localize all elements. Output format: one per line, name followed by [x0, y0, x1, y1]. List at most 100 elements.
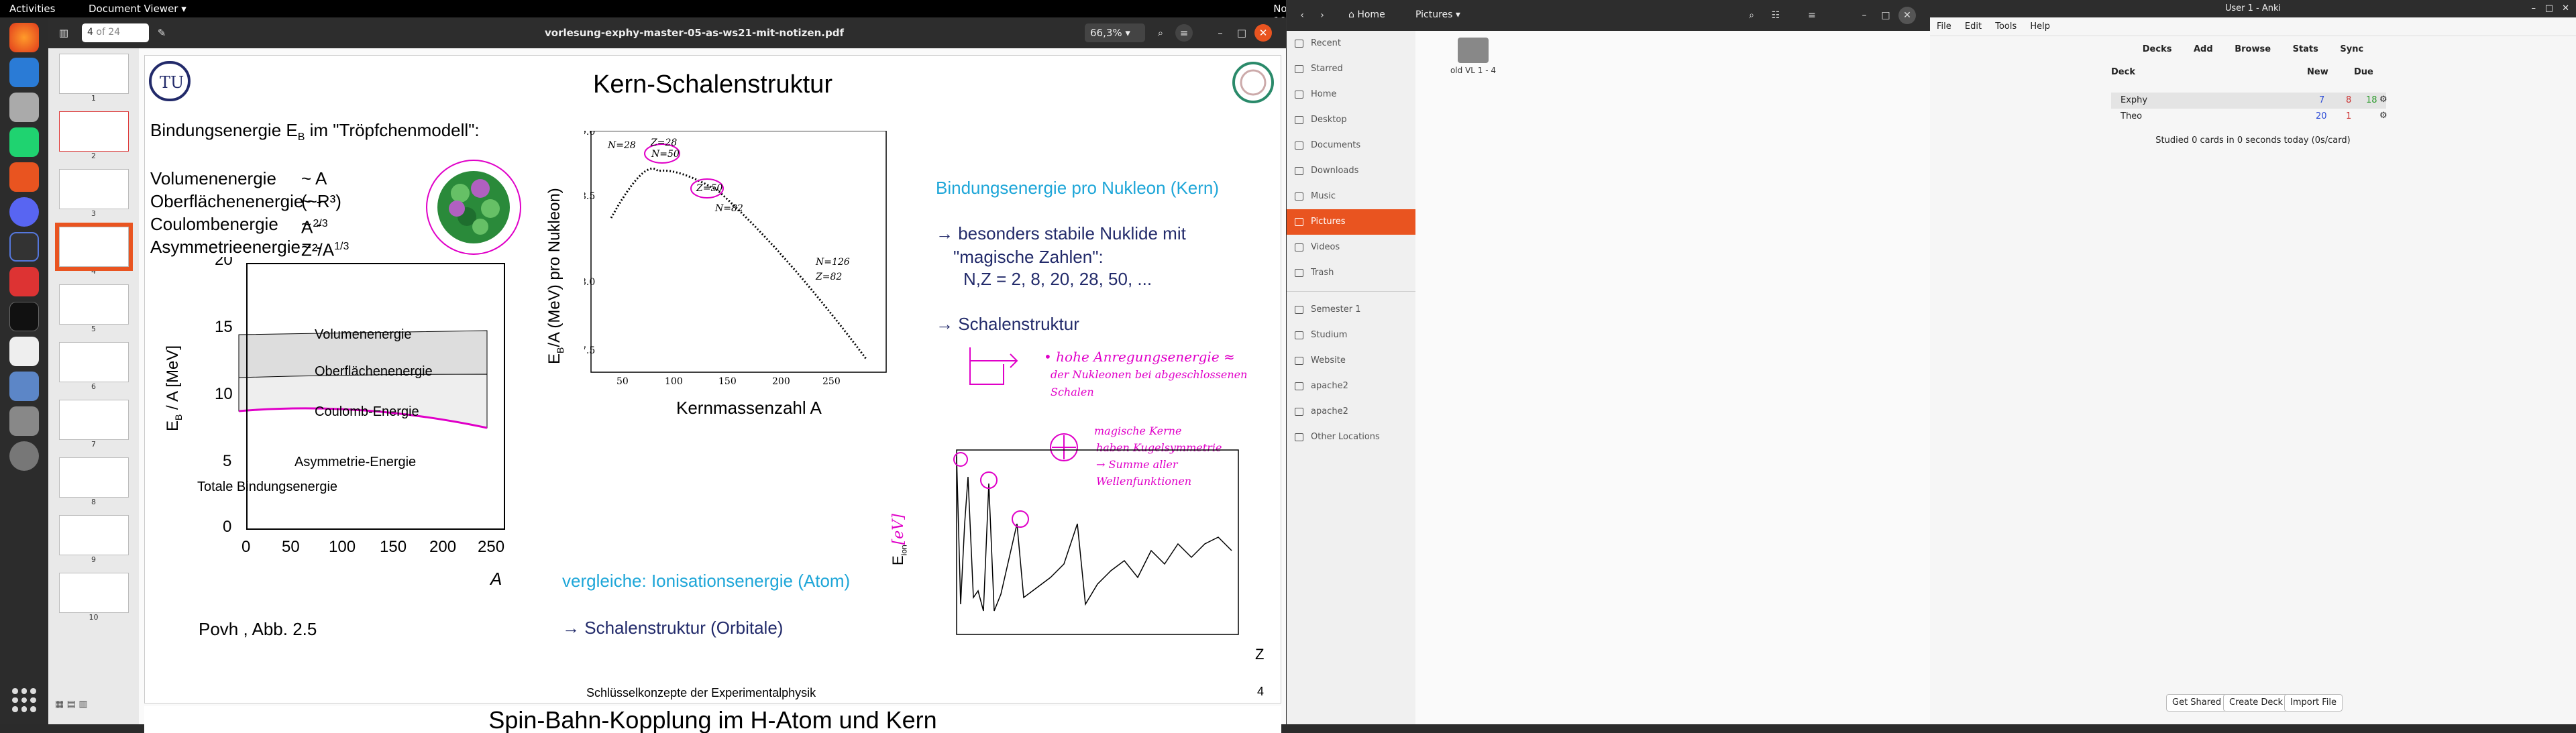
software-icon[interactable] — [9, 162, 39, 192]
path-pictures[interactable]: Pictures ▾ — [1415, 9, 1460, 20]
thumbnail[interactable] — [58, 342, 129, 382]
nav-browse[interactable]: Browse — [2235, 44, 2271, 54]
thumbnail[interactable] — [58, 573, 129, 613]
right-heading: Bindungsenergie pro Nukleon (Kern) — [936, 178, 1220, 198]
thumb-label: 3 — [91, 209, 96, 218]
forward-icon[interactable]: › — [1313, 7, 1331, 24]
menu-edit[interactable]: Edit — [1965, 21, 1982, 32]
menu-icon[interactable]: ≡ — [1803, 7, 1821, 24]
place-item[interactable]: Music — [1287, 184, 1415, 209]
deck-new: 20 — [2316, 111, 2327, 121]
place-item[interactable]: apache2 — [1287, 374, 1415, 399]
maximize-icon[interactable]: □ — [1233, 24, 1250, 42]
thumbnail[interactable] — [58, 515, 129, 555]
figure-source: Povh , Abb. 2.5 — [199, 619, 317, 639]
place-item[interactable]: Documents — [1287, 133, 1415, 158]
place-item[interactable]: Studium — [1287, 323, 1415, 348]
nav-add[interactable]: Add — [2194, 44, 2213, 54]
nav-decks[interactable]: Decks — [2143, 44, 2172, 54]
tick: 150 — [718, 376, 737, 387]
close-icon[interactable]: ✕ — [1898, 7, 1916, 24]
discord-icon[interactable] — [9, 197, 39, 227]
search-icon[interactable]: ⌕ — [1743, 7, 1760, 24]
annotate-icon[interactable]: ✎ — [153, 24, 170, 42]
handwritten-note: • hohe Anregungsenergie ≈ — [1044, 349, 1235, 365]
thumbnail[interactable] — [58, 284, 129, 325]
files-icon[interactable] — [9, 93, 39, 122]
monitor-icon[interactable] — [9, 232, 39, 262]
thumb-label: 1 — [91, 94, 96, 103]
show-apps-icon[interactable] — [12, 688, 36, 712]
ion-compare-text: vergleiche: Ionisationsenergie (Atom) — [562, 571, 851, 591]
view-list-icon[interactable]: ☷ — [1767, 7, 1784, 24]
place-item[interactable]: Videos — [1287, 235, 1415, 260]
ion-ylabel-sub: ion — [899, 545, 909, 556]
back-icon[interactable]: ‹ — [1293, 7, 1311, 24]
menu-file[interactable]: File — [1937, 21, 1951, 32]
thumbnail-selected[interactable] — [54, 223, 133, 271]
place-item[interactable]: Recent — [1287, 31, 1415, 56]
nav-sync[interactable]: Sync — [2340, 44, 2363, 54]
pycharm-icon[interactable] — [9, 127, 39, 157]
dock — [0, 17, 48, 724]
anki-icon[interactable] — [9, 372, 39, 401]
create-deck-button[interactable]: Create Deck — [2223, 694, 2290, 712]
deck-name[interactable]: Theo — [2121, 111, 2142, 121]
media-icon[interactable] — [9, 441, 39, 471]
menu-tools[interactable]: Tools — [1995, 21, 2017, 32]
close-icon[interactable]: ✕ — [2562, 0, 2569, 17]
terminal-icon[interactable] — [9, 302, 39, 331]
deck-name[interactable]: Exphy — [2121, 95, 2147, 105]
tick: 100 — [665, 376, 683, 387]
thumbnail[interactable] — [58, 111, 129, 152]
place-item[interactable]: Trash — [1287, 260, 1415, 286]
page-entry[interactable]: 4 of 24 — [82, 23, 149, 42]
app-menu[interactable]: Document Viewer ▾ — [89, 3, 186, 15]
place-item[interactable]: Desktop — [1287, 107, 1415, 133]
maximize-icon[interactable]: □ — [1877, 7, 1894, 24]
gear-icon[interactable]: ⚙ — [2379, 111, 2387, 121]
deck-row[interactable]: Theo 20 1 ⚙ — [2111, 109, 2387, 125]
drive-icon[interactable] — [9, 406, 39, 436]
import-file-button[interactable]: Import File — [2284, 694, 2343, 712]
sidebar-toggle-icon[interactable]: ▥ — [55, 24, 72, 42]
minimize-icon[interactable]: – — [2532, 0, 2536, 17]
menu-icon[interactable]: ≡ — [1175, 24, 1193, 42]
activities-button[interactable]: Activities — [9, 3, 55, 15]
firefox-icon[interactable] — [9, 23, 39, 52]
gear-icon[interactable]: ⚙ — [2379, 95, 2387, 105]
menu-help[interactable]: Help — [2030, 21, 2050, 32]
place-item[interactable]: Website — [1287, 348, 1415, 374]
minimize-icon[interactable]: – — [1856, 7, 1873, 24]
get-shared-button[interactable]: Get Shared — [2166, 694, 2228, 712]
maximize-icon[interactable]: □ — [2545, 0, 2553, 17]
term-label: Oberflächenenergie — [150, 191, 304, 211]
tick: 100 — [329, 538, 356, 556]
thumbnail[interactable] — [58, 169, 129, 209]
thumb-label: 6 — [91, 382, 96, 391]
place-item[interactable]: Semester 1 — [1287, 297, 1415, 323]
thumbnail[interactable] — [58, 400, 129, 440]
place-item[interactable]: Downloads — [1287, 158, 1415, 184]
thumbnail[interactable] — [58, 54, 129, 94]
place-item[interactable]: Home — [1287, 82, 1415, 107]
folder-item[interactable]: old VL 1 - 4 — [1440, 38, 1507, 75]
search-icon[interactable]: ⌕ — [1152, 24, 1169, 42]
thunderbird-icon[interactable] — [9, 58, 39, 87]
document-viewer-icon[interactable] — [9, 267, 39, 296]
nav-stats[interactable]: Stats — [2293, 44, 2318, 54]
sidebar-view-switcher[interactable]: ▦ ▤ ▥ — [55, 699, 88, 710]
place-item-selected[interactable]: Pictures — [1287, 209, 1415, 235]
thumbnail[interactable] — [58, 457, 129, 498]
center-ylabel: E — [545, 353, 564, 364]
minimize-icon[interactable]: – — [1212, 24, 1229, 42]
zoom-select[interactable]: 66,3% ▾ — [1085, 23, 1145, 42]
text-editor-icon[interactable] — [9, 337, 39, 366]
place-item[interactable]: Other Locations — [1287, 425, 1415, 450]
place-item[interactable]: apache2 — [1287, 399, 1415, 425]
path-home[interactable]: ⌂ Home — [1348, 9, 1385, 20]
deck-row[interactable]: Exphy 7 8 18 ⚙ — [2111, 93, 2387, 109]
magic-mark: N=126 — [816, 257, 850, 268]
close-icon[interactable]: ✕ — [1254, 24, 1272, 42]
place-item[interactable]: Starred — [1287, 56, 1415, 82]
